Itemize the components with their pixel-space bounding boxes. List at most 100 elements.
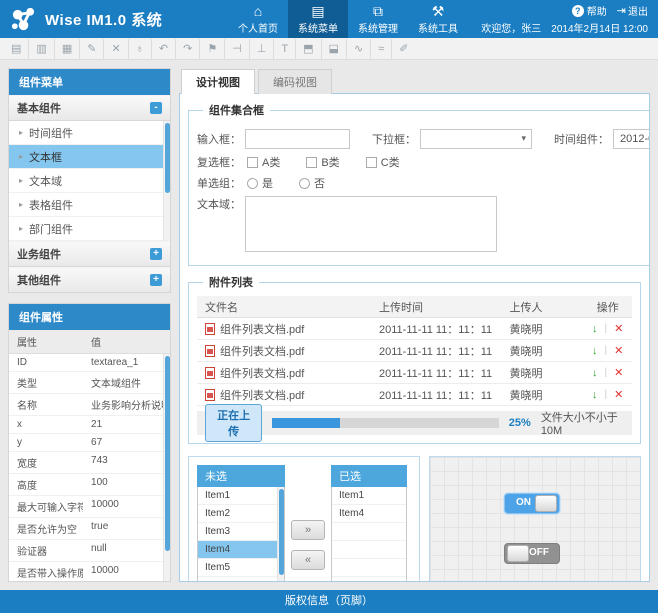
delete-icon[interactable]: ✕ bbox=[614, 388, 623, 401]
nav-system-management[interactable]: ⧉ 系统管理 bbox=[348, 0, 408, 38]
list-item[interactable] bbox=[332, 523, 406, 541]
transfer-scrollbar[interactable] bbox=[277, 487, 284, 582]
indent-icon[interactable]: ⊣ bbox=[225, 39, 250, 59]
upload-time: 2011-11-11 11：11：11 bbox=[371, 321, 502, 337]
props-row[interactable]: y 67 bbox=[9, 434, 170, 452]
pdf-icon bbox=[205, 367, 215, 379]
new-file-icon[interactable]: ▤ bbox=[4, 39, 29, 59]
section-other-components[interactable]: 其他组件 + bbox=[9, 267, 170, 292]
props-row[interactable]: 类型 文本域组件 bbox=[9, 372, 170, 394]
pen-icon[interactable]: ✐ bbox=[392, 39, 415, 59]
nav-personal-home[interactable]: ⌂ 个人首页 bbox=[228, 0, 288, 38]
checkbox-icon[interactable] bbox=[247, 157, 258, 168]
checkbox-icon[interactable] bbox=[306, 157, 317, 168]
open-folder-icon[interactable]: ▥ bbox=[29, 39, 54, 59]
list-item[interactable] bbox=[332, 541, 406, 559]
list-item[interactable] bbox=[332, 559, 406, 577]
section-basic-components[interactable]: 基本组件 - bbox=[9, 95, 170, 121]
item-arrow-icon: ▸ bbox=[19, 128, 23, 137]
move-left-button[interactable]: « bbox=[291, 550, 325, 570]
props-row[interactable]: 高度 100 bbox=[9, 474, 170, 496]
props-row[interactable]: x 21 bbox=[9, 416, 170, 434]
textarea-field[interactable] bbox=[245, 196, 497, 252]
dropdown-select[interactable]: ▾ bbox=[420, 129, 532, 149]
list-item[interactable]: Item3 bbox=[198, 523, 284, 541]
checkbox-icon[interactable] bbox=[366, 157, 377, 168]
checkbox-option[interactable]: A类 bbox=[247, 154, 280, 170]
download-icon[interactable]: ↓ bbox=[592, 345, 598, 357]
date-input[interactable]: 2012-07-01 ⊞ bbox=[613, 129, 650, 149]
col-prop: 属性 bbox=[9, 330, 83, 353]
checkbox-option[interactable]: B类 bbox=[306, 154, 339, 170]
globe-share-icon[interactable]: ♁ bbox=[129, 39, 152, 59]
download-icon[interactable]: ↓ bbox=[592, 323, 598, 335]
download-icon[interactable]: ↓ bbox=[592, 367, 598, 379]
expand-icon[interactable]: + bbox=[150, 274, 162, 286]
text-format-icon[interactable]: T bbox=[274, 39, 296, 59]
radio-option[interactable]: 否 bbox=[299, 175, 325, 191]
file-size-hint: 文件大小不小于10M bbox=[541, 409, 624, 437]
logout-link[interactable]: ⇥ 退出 bbox=[617, 3, 648, 18]
list-item[interactable]: Item2 bbox=[198, 505, 284, 523]
props-row[interactable]: ID textarea_1 bbox=[9, 354, 170, 372]
menu-scrollbar[interactable] bbox=[163, 121, 170, 241]
delete-icon[interactable]: ✕ bbox=[104, 39, 128, 59]
radio-icon[interactable] bbox=[247, 178, 258, 189]
expand-icon[interactable]: + bbox=[150, 248, 162, 260]
section-business-components[interactable]: 业务组件 + bbox=[9, 241, 170, 267]
uploading-button[interactable]: 正在上传 bbox=[205, 404, 262, 442]
lock-doc-icon[interactable]: ⬒ bbox=[296, 39, 321, 59]
logo-area: Wise IM1.0 系统 bbox=[0, 0, 228, 38]
radio-option[interactable]: 是 bbox=[247, 175, 273, 191]
toggle-knob[interactable] bbox=[535, 495, 557, 512]
tab-code-view[interactable]: 编码视图 bbox=[258, 69, 332, 94]
toggle-knob[interactable] bbox=[507, 545, 529, 562]
checkbox-label: C类 bbox=[381, 154, 400, 170]
radio-icon[interactable] bbox=[299, 178, 310, 189]
download-icon[interactable]: ↓ bbox=[592, 389, 598, 401]
list-item[interactable]: Item4 bbox=[332, 505, 406, 523]
move-right-button[interactable]: » bbox=[291, 520, 325, 540]
list-item[interactable] bbox=[332, 577, 406, 582]
uploader: 黄晓明 bbox=[502, 387, 576, 403]
tab-design-view[interactable]: 设计视图 bbox=[181, 69, 255, 94]
toggle-switch-off[interactable]: OFF bbox=[504, 543, 560, 564]
props-row[interactable]: 是否允许为空 true bbox=[9, 518, 170, 540]
list-item[interactable]: Item1 bbox=[198, 487, 284, 505]
list-item[interactable]: Item1 bbox=[332, 487, 406, 505]
delete-icon[interactable]: ✕ bbox=[614, 322, 623, 335]
text-input[interactable] bbox=[245, 129, 350, 149]
delete-icon[interactable]: ✕ bbox=[614, 366, 623, 379]
redo-icon[interactable]: ↷ bbox=[176, 39, 200, 59]
props-row[interactable]: 最大可输入字符数 10000 bbox=[9, 496, 170, 518]
list-item[interactable]: Item4 bbox=[198, 541, 284, 559]
collapse-icon[interactable]: - bbox=[150, 102, 162, 114]
logout-icon: ⇥ bbox=[617, 4, 626, 17]
props-scrollbar[interactable] bbox=[163, 354, 170, 581]
list-item[interactable]: Item6 bbox=[198, 577, 284, 582]
delete-icon[interactable]: ✕ bbox=[614, 344, 623, 357]
nav-system-tools[interactable]: ⚒ 系统工具 bbox=[408, 0, 468, 38]
undo-icon[interactable]: ↶ bbox=[152, 39, 176, 59]
radio-label: 是 bbox=[262, 175, 273, 191]
checkbox-option[interactable]: C类 bbox=[366, 154, 400, 170]
save-icon[interactable]: ▦ bbox=[55, 39, 80, 59]
subscript-icon[interactable]: ⊥ bbox=[250, 39, 275, 59]
wave-icon[interactable]: ∿ bbox=[347, 39, 371, 59]
component-menu-panel: 组件菜单 基本组件 - ▸ 时间组件 ▸ 文本框 ▸ 文本域 bbox=[8, 68, 171, 293]
edit-icon[interactable]: ✎ bbox=[80, 39, 104, 59]
help-link[interactable]: ? 帮助 bbox=[572, 3, 607, 18]
props-row[interactable]: 验证器 null bbox=[9, 540, 170, 562]
welcome-text: 欢迎您，张三 bbox=[481, 20, 541, 35]
list-item[interactable]: Item5 bbox=[198, 559, 284, 577]
menu-item-label: 时间组件 bbox=[29, 125, 73, 141]
flag-icon[interactable]: ⚑ bbox=[200, 39, 225, 59]
props-row[interactable]: 名称 业务影响分析说明 bbox=[9, 394, 170, 416]
toggle-switch-on[interactable]: ON bbox=[504, 493, 560, 514]
nav-system-menu[interactable]: ▤ 系统菜单 bbox=[288, 0, 348, 38]
curve-icon[interactable]: ≈ bbox=[371, 39, 392, 59]
props-row[interactable]: 宽度 743 bbox=[9, 452, 170, 474]
info-doc-icon[interactable]: ⬓ bbox=[322, 39, 347, 59]
props-row[interactable]: 是否带入操作原因 10000 bbox=[9, 562, 170, 581]
upload-percent: 25% bbox=[509, 417, 531, 429]
